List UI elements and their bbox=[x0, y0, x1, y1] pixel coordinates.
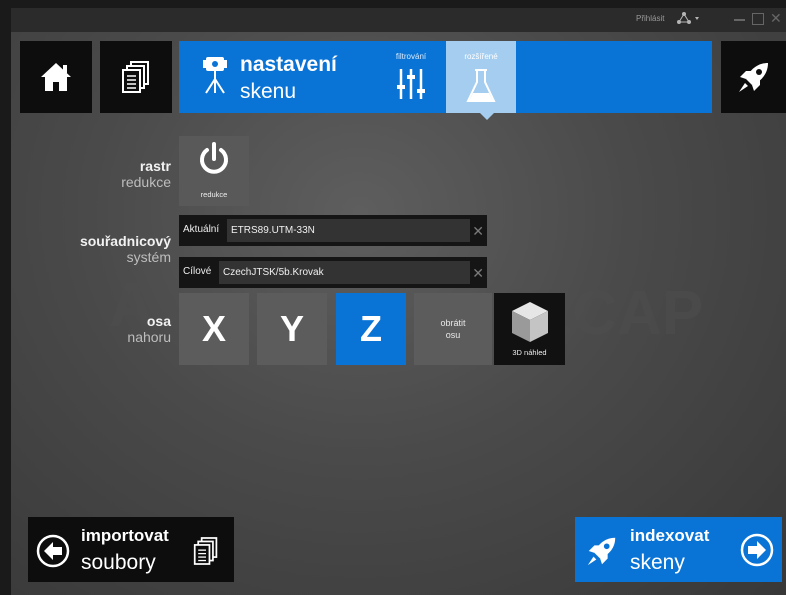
axis-up-label: osa nahoru bbox=[21, 313, 171, 345]
current-coord-field[interactable]: Aktuální ETRS89.UTM-33N ✕ bbox=[179, 215, 487, 246]
index-scans-button[interactable]: indexovat skeny bbox=[575, 517, 782, 582]
3d-preview-button[interactable]: 3D náhled bbox=[494, 293, 565, 365]
tab-advanced[interactable]: rozšířené bbox=[446, 41, 516, 113]
page-subtitle: skenu bbox=[240, 80, 297, 103]
sliders-icon bbox=[396, 67, 426, 106]
clear-target-icon[interactable]: ✕ bbox=[472, 265, 484, 282]
tab-filtering-label: filtrování bbox=[395, 52, 427, 61]
tab-advanced-label: rozšířené bbox=[464, 52, 498, 61]
login-link[interactable]: Přihlásit bbox=[636, 14, 664, 23]
power-icon bbox=[198, 142, 230, 183]
import-label-bold: importovat bbox=[81, 526, 169, 545]
flip-axis-label-1: obrátit bbox=[440, 318, 466, 328]
3d-preview-caption: 3D náhled bbox=[512, 348, 547, 357]
documents-icon bbox=[193, 535, 219, 572]
coord-system-label: souřadnicový systém bbox=[21, 233, 171, 265]
coord-system-label-light: systém bbox=[126, 249, 171, 265]
home-button[interactable] bbox=[20, 41, 92, 113]
axis-x-button[interactable]: X bbox=[179, 293, 249, 365]
target-coord-field[interactable]: Cílové CzechJTSK/5b.Krovak ✕ bbox=[179, 257, 487, 288]
axis-z-button[interactable]: Z bbox=[336, 293, 406, 365]
target-coord-value[interactable]: CzechJTSK/5b.Krovak bbox=[219, 261, 470, 284]
rocket-icon bbox=[585, 534, 619, 573]
page-title: nastavení bbox=[240, 53, 337, 76]
index-label-bold: indexovat bbox=[630, 526, 710, 545]
arrow-right-circle-icon bbox=[740, 533, 774, 572]
target-coord-prefix: Cílové bbox=[183, 266, 212, 277]
current-coord-value[interactable]: ETRS89.UTM-33N bbox=[227, 219, 470, 242]
flask-icon bbox=[466, 67, 496, 110]
active-tab-pointer bbox=[480, 113, 494, 120]
maximize-button[interactable] bbox=[752, 13, 764, 25]
home-icon bbox=[41, 63, 71, 91]
import-label-light: soubory bbox=[81, 551, 156, 574]
clear-current-icon[interactable]: ✕ bbox=[472, 223, 484, 240]
raster-label-light: redukce bbox=[121, 174, 171, 190]
tab-filtering[interactable]: filtrování bbox=[376, 41, 446, 113]
axis-y-button[interactable]: Y bbox=[257, 293, 327, 365]
raster-label-bold: rastr bbox=[139, 158, 171, 174]
current-coord-prefix: Aktuální bbox=[183, 224, 220, 235]
import-files-button[interactable]: importovat soubory bbox=[28, 517, 234, 582]
axis-up-label-light: nahoru bbox=[127, 329, 171, 345]
raster-reduction-toggle[interactable]: redukce bbox=[179, 136, 249, 206]
raster-reduction-caption: redukce bbox=[200, 190, 228, 199]
cube-icon bbox=[510, 300, 550, 349]
raster-label: rastr redukce bbox=[21, 158, 171, 190]
flip-axis-label-2: osu bbox=[445, 330, 461, 340]
axis-up-label-bold: osa bbox=[146, 313, 171, 329]
close-button[interactable]: ✕ bbox=[770, 10, 782, 27]
arrow-left-circle-icon bbox=[36, 534, 70, 573]
coord-system-label-bold: souřadnicový bbox=[79, 233, 171, 249]
flip-axis-button[interactable]: obrátit osu bbox=[414, 293, 492, 365]
rocket-button[interactable] bbox=[721, 41, 786, 113]
top-navigation: nastavení skenu filtrování rozšířené bbox=[11, 41, 786, 113]
scan-settings-header: nastavení skenu filtrování rozšířené bbox=[179, 41, 712, 113]
documents-button[interactable] bbox=[100, 41, 172, 113]
index-label-light: skeny bbox=[630, 551, 685, 574]
scanner-tripod-icon bbox=[201, 55, 229, 100]
user-network-icon[interactable] bbox=[675, 11, 703, 28]
app-window: Přihlásit ✕ A ECAP nastavení skenu filtr… bbox=[11, 8, 786, 595]
title-bar: Přihlásit ✕ bbox=[11, 8, 786, 32]
minimize-button[interactable] bbox=[734, 19, 745, 21]
rocket-icon bbox=[738, 63, 768, 92]
documents-icon bbox=[122, 61, 149, 93]
